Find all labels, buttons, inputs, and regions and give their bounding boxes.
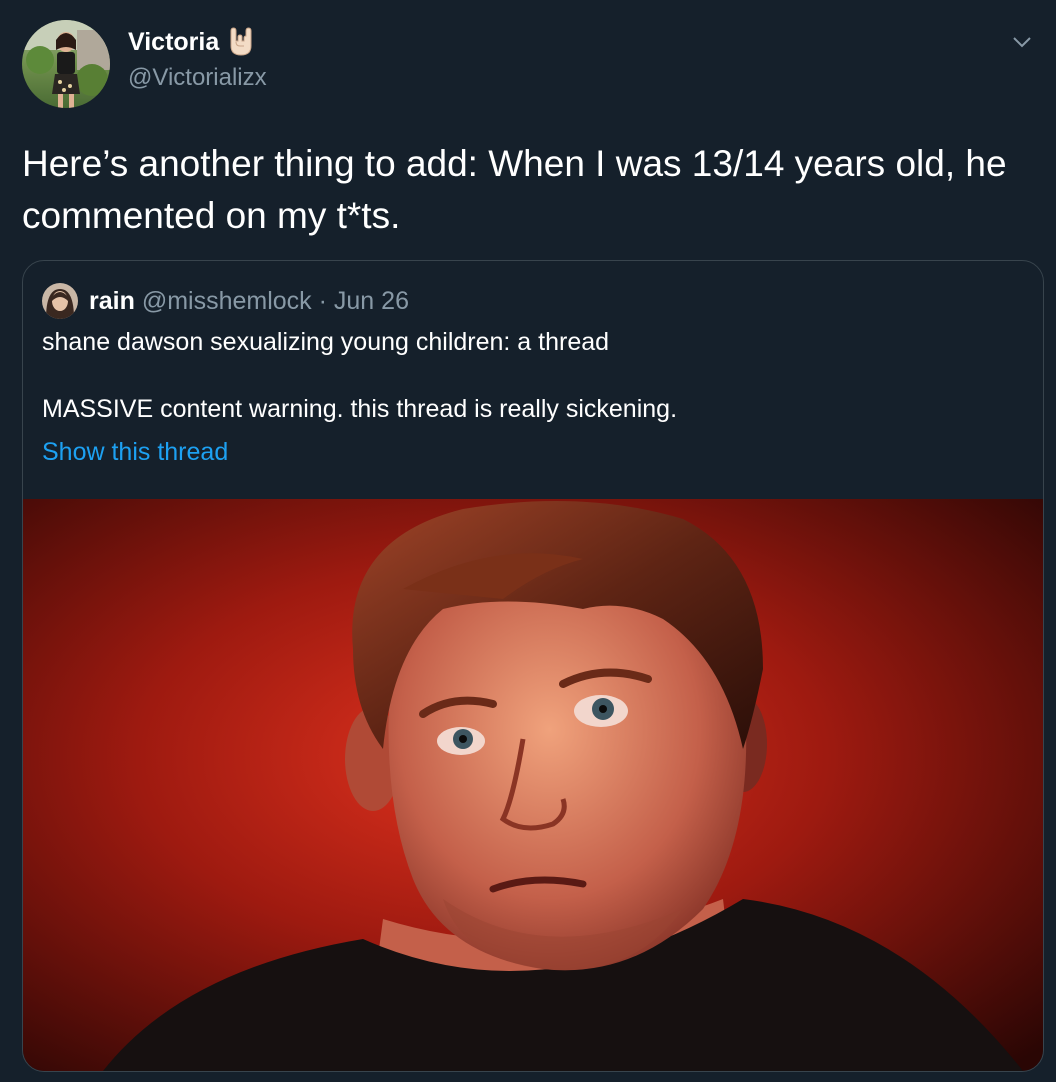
separator-dot: ·	[318, 287, 327, 315]
quoted-tweet-media[interactable]	[23, 499, 1043, 1071]
quoted-tweet-header: rain @misshemlock · Jun 26	[89, 285, 409, 317]
quoted-tweet-date[interactable]: Jun 26	[334, 287, 409, 315]
chevron-down-icon[interactable]	[1010, 30, 1034, 54]
author-handle[interactable]: @Victorializx	[128, 64, 267, 92]
author-name-text: Victoria	[128, 27, 220, 56]
quoted-tweet-card[interactable]: rain @misshemlock · Jun 26 shane dawson …	[22, 260, 1044, 1072]
avatar-image	[22, 20, 110, 108]
quoted-tweet-line-2: MASSIVE content warning. this thread is …	[42, 395, 678, 423]
quoted-author-handle[interactable]: @misshemlock	[142, 287, 312, 315]
quoted-author-name[interactable]: rain	[89, 287, 135, 315]
tweet[interactable]: Victoria @Victorializx Here’s another th…	[0, 0, 1056, 1082]
author-avatar[interactable]	[22, 20, 110, 108]
media-photo	[23, 499, 1043, 1071]
tweet-text: Here’s another thing to add: When I was …	[22, 143, 1007, 236]
quoted-tweet-line-1: shane dawson sexualizing young children:…	[42, 328, 610, 356]
quoted-author-avatar[interactable]	[42, 283, 78, 319]
author-name[interactable]: Victoria	[128, 27, 253, 57]
quoted-avatar-image	[42, 283, 78, 319]
show-this-thread-link[interactable]: Show this thread	[42, 435, 228, 469]
sign-of-the-horns-icon	[227, 27, 253, 57]
